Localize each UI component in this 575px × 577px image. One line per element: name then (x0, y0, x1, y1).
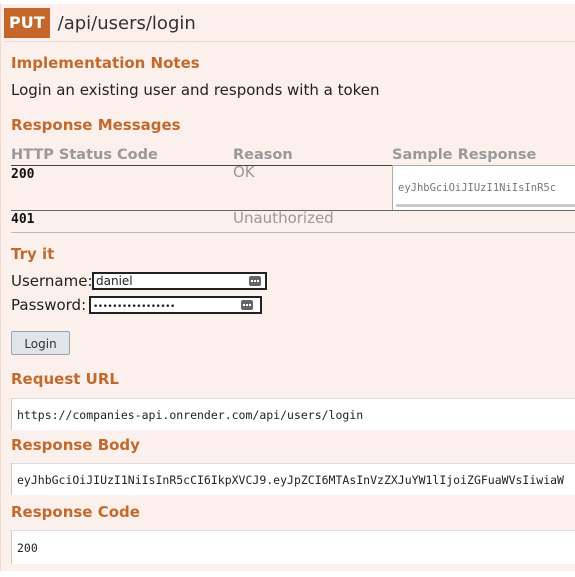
username-input[interactable]: daniel (92, 272, 267, 290)
response-body-box[interactable]: eyJhbGciOiJIUzI1NiIsInR5cCI6IkpXVCJ9.eyJ… (11, 463, 575, 495)
request-url-heading: Request URL (11, 370, 119, 388)
sample-response-scrollbar[interactable] (396, 204, 575, 207)
endpoint-path[interactable]: /api/users/login (58, 13, 196, 34)
sample-response-box[interactable]: eyJhbGciOiJIUzI1NiIsInR5c (392, 165, 575, 211)
password-label: Password: (11, 296, 87, 314)
status-code-200: 200 (11, 167, 35, 182)
password-manager-icon[interactable] (249, 276, 261, 286)
response-code-heading: Response Code (11, 503, 140, 521)
header-divider (4, 41, 575, 42)
implementation-notes-text: Login an existing user and responds with… (11, 81, 380, 99)
login-button[interactable]: Login (11, 331, 70, 355)
response-body-value: eyJhbGciOiJIUzI1NiIsInR5cCI6IkpXVCJ9.eyJ… (17, 473, 564, 487)
http-method-badge[interactable]: PUT (4, 8, 50, 38)
username-value: daniel (96, 274, 133, 288)
reason-ok: OK (233, 163, 255, 181)
sample-response-text: eyJhbGciOiJIUzI1NiIsInR5c (398, 182, 557, 194)
response-code-value: 200 (17, 541, 38, 555)
status-code-401: 401 (11, 212, 35, 227)
request-url-value: https://companies-api.onrender.com/api/u… (17, 408, 364, 422)
column-http-status-code: HTTP Status Code (11, 147, 158, 163)
operation-panel: PUT /api/users/login Implementation Note… (0, 4, 575, 571)
password-input[interactable]: ••••••••••••••••• (89, 296, 262, 314)
implementation-notes-heading: Implementation Notes (11, 54, 200, 72)
column-sample-response: Sample Response (392, 147, 537, 163)
try-it-heading: Try it (11, 245, 55, 263)
column-reason: Reason (233, 147, 293, 163)
table-bottom-rule (11, 232, 575, 233)
reason-unauthorized: Unauthorized (233, 209, 334, 227)
username-label: Username: (11, 272, 93, 290)
request-url-box[interactable]: https://companies-api.onrender.com/api/u… (11, 398, 575, 430)
response-messages-heading: Response Messages (11, 116, 181, 134)
password-value: ••••••••••••••••• (93, 302, 175, 312)
response-code-box[interactable]: 200 (11, 530, 575, 564)
endpoint-header[interactable]: PUT /api/users/login (4, 8, 575, 38)
response-body-heading: Response Body (11, 436, 140, 454)
password-manager-icon[interactable] (241, 300, 253, 310)
